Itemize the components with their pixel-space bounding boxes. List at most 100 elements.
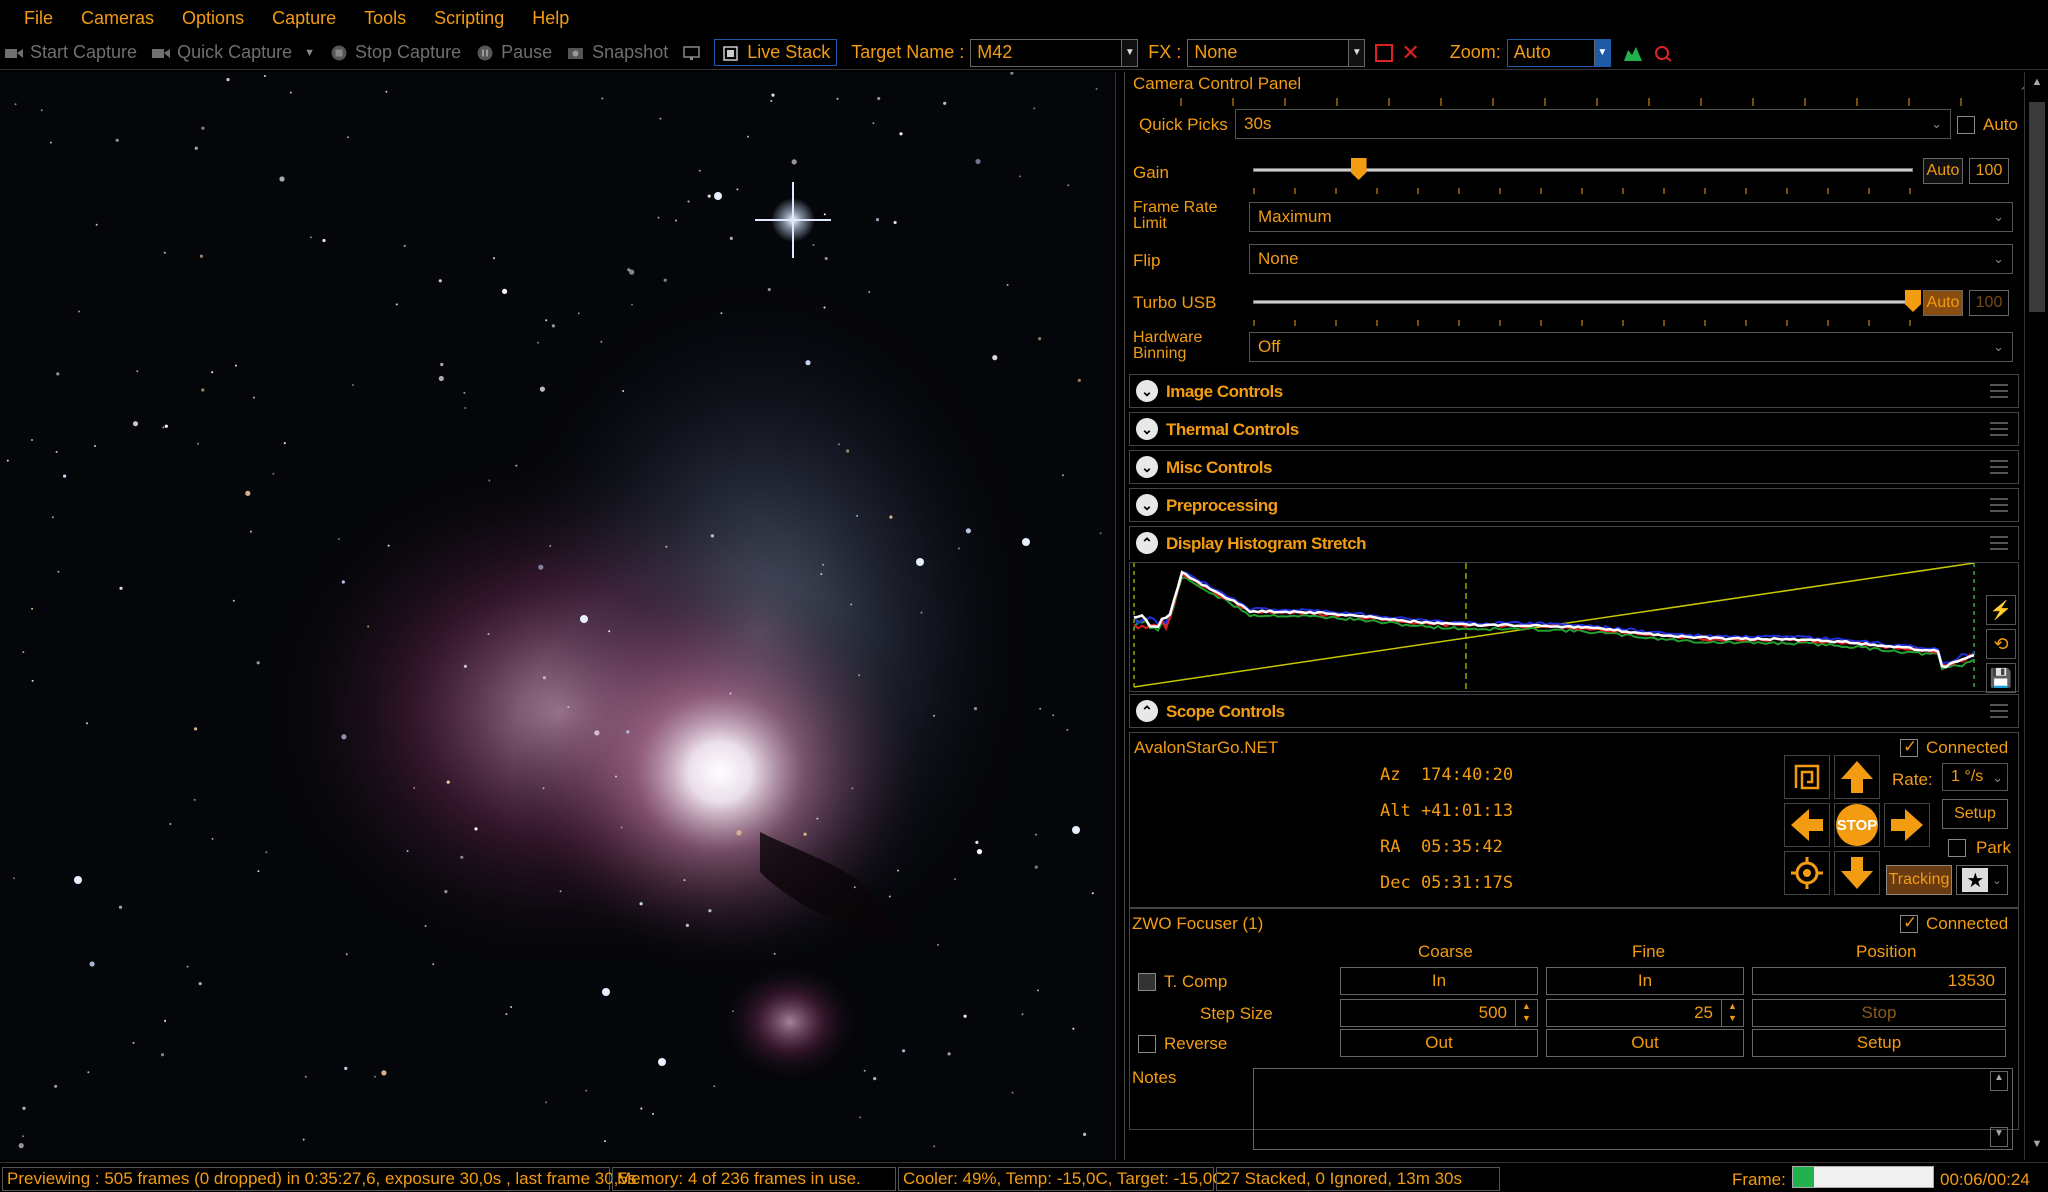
center-target-button[interactable] bbox=[1784, 851, 1830, 895]
fine-in-button[interactable]: In bbox=[1546, 967, 1744, 995]
scroll-up-icon[interactable]: ▲ bbox=[1990, 1071, 2008, 1091]
display-settings-button[interactable] bbox=[682, 45, 708, 61]
live-stack-button[interactable]: Live Stack bbox=[714, 39, 838, 66]
histogram-stretch-panel[interactable]: ⚡ ⟲ 💾 bbox=[1129, 562, 2019, 693]
section-scope-controls[interactable]: ⌃ Scope Controls bbox=[1129, 694, 2019, 728]
slew-north-button[interactable] bbox=[1834, 755, 1880, 799]
notes-textarea[interactable]: ▲ ▼ bbox=[1253, 1068, 2013, 1150]
chevron-down-icon[interactable]: ▼ bbox=[304, 47, 315, 59]
stepper-arrows-icon[interactable]: ▲ ▼ bbox=[1721, 1000, 1743, 1026]
drag-handle-icon[interactable] bbox=[1990, 384, 2008, 398]
scope-setup-button[interactable]: Setup bbox=[1942, 799, 2008, 829]
turbo-usb-slider-thumb[interactable] bbox=[1905, 290, 1921, 312]
chevron-down-icon: ⌄ bbox=[1993, 339, 2004, 354]
menu-options[interactable]: Options bbox=[168, 8, 258, 29]
park-checkbox[interactable] bbox=[1948, 839, 1966, 857]
section-display-histogram-stretch[interactable]: ⌃ Display Histogram Stretch bbox=[1129, 526, 2019, 560]
slew-west-button[interactable] bbox=[1784, 803, 1830, 847]
turbo-auto-button[interactable]: Auto bbox=[1923, 290, 1963, 316]
panel-scrollbar[interactable]: ▲ ▼ bbox=[2024, 72, 2048, 1160]
section-preprocessing[interactable]: ⌄ Preprocessing bbox=[1129, 488, 2019, 522]
zoom-select[interactable]: Auto ▼ bbox=[1506, 38, 1611, 67]
turbo-value-input[interactable]: 100 bbox=[1969, 290, 2009, 316]
section-image-controls[interactable]: ⌄ Image Controls bbox=[1129, 374, 2019, 408]
record-stop-icon[interactable] bbox=[1375, 43, 1394, 62]
quick-picks-select[interactable]: 30s ⌄ bbox=[1235, 109, 1951, 139]
clear-x-icon[interactable]: ✕ bbox=[1401, 40, 1419, 66]
slew-south-button[interactable] bbox=[1834, 851, 1880, 895]
menu-help[interactable]: Help bbox=[518, 8, 583, 29]
arrow-left-icon bbox=[1791, 809, 1823, 841]
gain-label: Gain bbox=[1133, 163, 1169, 182]
nebula-image bbox=[0, 72, 1115, 1160]
flip-select[interactable]: None ⌄ bbox=[1249, 244, 2013, 274]
scrollbar-thumb[interactable] bbox=[2029, 102, 2045, 312]
tracking-mode-select[interactable]: ★ ⌄ bbox=[1956, 865, 2008, 895]
quick-capture-button[interactable]: Quick Capture ▼ bbox=[151, 42, 315, 63]
fx-select[interactable]: None ▼ bbox=[1187, 38, 1366, 67]
auto-stretch-icon[interactable]: ⚡ bbox=[1986, 595, 2016, 625]
arrow-right-icon bbox=[1891, 809, 1923, 841]
menu-scripting[interactable]: Scripting bbox=[420, 8, 518, 29]
gain-slider-thumb[interactable] bbox=[1350, 158, 1367, 180]
toolbar: Start Capture Quick Capture ▼ Stop Captu… bbox=[0, 36, 2048, 70]
section-thermal-controls[interactable]: ⌄ Thermal Controls bbox=[1129, 412, 2019, 446]
quick-picks-auto-checkbox[interactable] bbox=[1957, 116, 1975, 134]
position-input[interactable]: 13530 bbox=[1752, 967, 2006, 995]
reset-icon[interactable]: ⟲ bbox=[1986, 629, 2016, 659]
coarse-column-header: Coarse bbox=[1418, 942, 1473, 961]
drag-handle-icon[interactable] bbox=[1990, 536, 2008, 550]
stepper-arrows-icon[interactable]: ▲ ▼ bbox=[1515, 1000, 1537, 1026]
quick-capture-label: Quick Capture bbox=[177, 42, 293, 62]
target-name-input[interactable]: M42 ▼ bbox=[970, 38, 1139, 67]
zoom-target-icon[interactable] bbox=[1653, 44, 1673, 62]
focuser-setup-button[interactable]: Setup bbox=[1752, 1029, 2006, 1057]
pause-button[interactable]: Pause bbox=[475, 42, 552, 63]
stop-button[interactable]: STOP bbox=[1834, 803, 1880, 847]
slew-east-button[interactable] bbox=[1884, 803, 1930, 847]
coarse-in-button[interactable]: In bbox=[1340, 967, 1538, 995]
focuser-stop-button[interactable]: Stop bbox=[1752, 999, 2006, 1027]
image-viewport[interactable] bbox=[0, 72, 1116, 1160]
chevron-down-icon[interactable]: ▼ bbox=[1348, 39, 1365, 66]
fine-step-input[interactable]: 25 ▲ ▼ bbox=[1546, 999, 1744, 1027]
scroll-down-icon[interactable]: ▼ bbox=[2029, 1138, 2045, 1156]
coarse-out-button[interactable]: Out bbox=[1340, 1029, 1538, 1057]
gain-value-input[interactable]: 100 bbox=[1969, 158, 2009, 184]
histogram-plot[interactable] bbox=[1130, 563, 1978, 691]
drag-handle-icon[interactable] bbox=[1990, 498, 2008, 512]
tcomp-checkbox[interactable] bbox=[1138, 973, 1156, 991]
scroll-up-icon[interactable]: ▲ bbox=[2029, 76, 2045, 94]
gain-auto-button[interactable]: Auto bbox=[1923, 158, 1963, 184]
snapshot-button[interactable]: Snapshot bbox=[566, 42, 668, 63]
drag-handle-icon[interactable] bbox=[1990, 422, 2008, 436]
scope-connected-checkbox[interactable] bbox=[1900, 737, 1918, 757]
menu-file[interactable]: File bbox=[10, 8, 67, 29]
tracking-button[interactable]: Tracking bbox=[1886, 865, 1952, 895]
reverse-checkbox[interactable] bbox=[1138, 1035, 1156, 1053]
chevron-down-icon[interactable]: ▼ bbox=[1593, 39, 1610, 66]
turbo-usb-slider[interactable] bbox=[1253, 300, 1913, 304]
rate-select[interactable]: 1 °/s ⌄ bbox=[1942, 763, 2008, 791]
chevron-down-icon: ⌄ bbox=[1992, 874, 2002, 887]
coarse-step-input[interactable]: 500 ▲ ▼ bbox=[1340, 999, 1538, 1027]
stop-capture-button[interactable]: Stop Capture bbox=[329, 42, 461, 63]
hardware-binning-select[interactable]: Off ⌄ bbox=[1249, 332, 2013, 362]
slew-goto-button[interactable] bbox=[1784, 755, 1830, 799]
scroll-down-icon[interactable]: ▼ bbox=[1990, 1127, 2008, 1147]
chevron-down-icon[interactable]: ▼ bbox=[1121, 39, 1138, 66]
drag-handle-icon[interactable] bbox=[1990, 460, 2008, 474]
section-misc-controls[interactable]: ⌄ Misc Controls bbox=[1129, 450, 2019, 484]
menu-tools[interactable]: Tools bbox=[350, 8, 420, 29]
histogram-icon[interactable] bbox=[1623, 44, 1643, 62]
live-stack-label: Live Stack bbox=[747, 42, 831, 62]
menu-capture[interactable]: Capture bbox=[258, 8, 350, 29]
frame-rate-select[interactable]: Maximum ⌄ bbox=[1249, 202, 2013, 232]
fine-out-button[interactable]: Out bbox=[1546, 1029, 1744, 1057]
save-icon[interactable]: 💾 bbox=[1986, 663, 2016, 693]
start-capture-button[interactable]: Start Capture bbox=[4, 42, 137, 63]
chevron-down-icon: ⌄ bbox=[1993, 209, 2004, 224]
menu-cameras[interactable]: Cameras bbox=[67, 8, 168, 29]
drag-handle-icon[interactable] bbox=[1990, 704, 2008, 718]
focuser-connected-checkbox[interactable] bbox=[1900, 913, 1918, 933]
